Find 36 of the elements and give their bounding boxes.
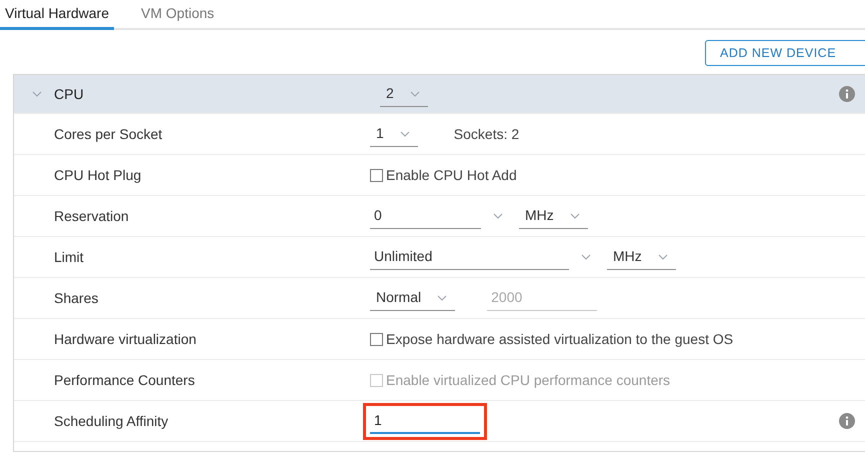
dropdown[interactable]: Normal xyxy=(370,286,456,310)
info-icon[interactable] xyxy=(839,413,855,429)
field-label: Limit xyxy=(54,248,85,266)
caret-icon xyxy=(493,213,503,219)
text-field[interactable]: 1 xyxy=(370,408,480,434)
caret-icon xyxy=(658,254,668,260)
checkbox-option[interactable]: Expose hardware assisted virtualization to the guest OS xyxy=(370,328,734,350)
caret-icon xyxy=(581,254,591,260)
tab[interactable]: VM Options xyxy=(136,0,220,30)
field-label: Hardware virtualization xyxy=(54,330,198,348)
dropdown[interactable]: 1 xyxy=(370,122,418,146)
checkbox[interactable] xyxy=(370,332,383,346)
combo-field[interactable]: 0 xyxy=(370,204,481,228)
checkbox[interactable] xyxy=(370,168,383,182)
checkbox-option[interactable]: Enable CPU Hot Add xyxy=(370,164,517,186)
info-icon[interactable] xyxy=(839,86,855,102)
tab[interactable]: Virtual Hardware xyxy=(0,0,114,30)
add-device-button[interactable]: ADD NEW DEVICE xyxy=(705,40,865,66)
chevron-icon[interactable] xyxy=(32,91,42,97)
caret-icon xyxy=(410,90,420,96)
section-title: CPU xyxy=(54,84,85,104)
field-label: Shares xyxy=(54,288,100,308)
caret-icon xyxy=(570,212,580,218)
caret-icon xyxy=(437,294,448,300)
field-label: Reservation xyxy=(54,206,130,226)
field-label: Performance Counters xyxy=(54,370,196,390)
combo-field[interactable]: Unlimited xyxy=(370,244,569,270)
field-label: Scheduling Affinity xyxy=(54,412,170,431)
dropdown[interactable]: MHz xyxy=(519,204,588,228)
field-label: CPU Hot Plug xyxy=(54,166,142,185)
section-header[interactable]: CPU 2 xyxy=(14,75,865,113)
dropdown[interactable]: 2 xyxy=(380,82,428,106)
sockets-label: Sockets: 2 xyxy=(454,124,520,144)
caret-icon xyxy=(400,130,410,136)
dropdown[interactable]: MHz xyxy=(607,244,676,270)
field-label: Cores per Socket xyxy=(54,124,164,144)
